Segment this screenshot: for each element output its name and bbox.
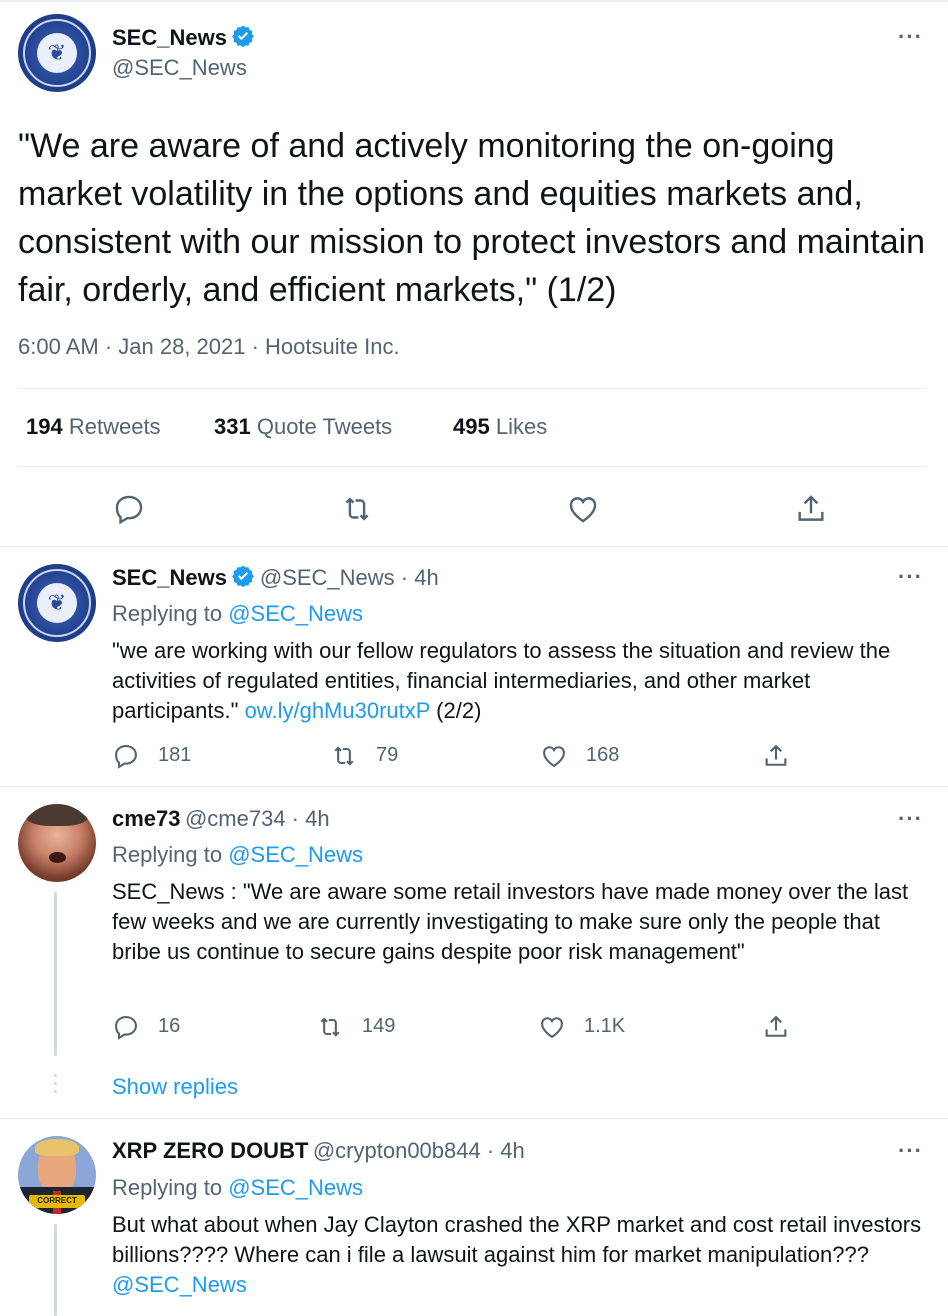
reply-icon[interactable]: [112, 492, 146, 526]
verified-badge-icon: [232, 565, 255, 588]
retweet-count: 79: [376, 744, 399, 766]
replying-to: Replying to @SEC_News: [112, 842, 364, 867]
handle-time: @cme734 · 4h: [184, 806, 330, 831]
reply-icon[interactable]: [112, 1013, 140, 1041]
top-border: [0, 0, 948, 2]
main-author[interactable]: SEC_News: [112, 24, 255, 51]
cme73-avatar[interactable]: [18, 804, 96, 882]
like-count: 168: [586, 744, 620, 766]
thread-line: [54, 1224, 57, 1316]
handle-time: @SEC_News · 4h: [259, 565, 439, 590]
sec-avatar[interactable]: ❦: [18, 564, 96, 642]
reply-text: SEC_News : "We are aware some retail inv…: [112, 879, 909, 964]
reply-text: But what about when Jay Clayton crashed …: [112, 1212, 922, 1297]
tweet-meta: 6:00 AM · Jan 28, 2021 · Hootsuite Inc.: [18, 334, 400, 359]
tweet-link[interactable]: ow.ly/ghMu30rutxP: [245, 698, 430, 723]
like-count: 1.1K: [584, 1015, 626, 1037]
divider: [18, 466, 926, 467]
divider: [0, 546, 948, 547]
more-icon[interactable]: ···: [898, 564, 923, 590]
retweet-icon[interactable]: [340, 492, 374, 526]
replying-to: Replying to @SEC_News: [112, 601, 364, 626]
divider: [0, 1118, 948, 1119]
thread-line: [54, 892, 57, 1056]
like-icon[interactable]: [540, 742, 568, 770]
main-tweet-text: "We are aware of and actively monitoring…: [18, 127, 926, 309]
replying-to: Replying to @SEC_News: [112, 1175, 364, 1200]
mention-link[interactable]: @SEC_News: [228, 601, 363, 626]
display-name[interactable]: cme73: [112, 806, 181, 831]
mention-link[interactable]: @SEC_News: [112, 1272, 247, 1297]
divider: [0, 786, 948, 787]
reply-icon[interactable]: [112, 742, 140, 770]
retweet-count: 149: [362, 1015, 396, 1037]
main-handle[interactable]: @SEC_News: [112, 55, 247, 81]
more-icon[interactable]: ···: [898, 1138, 923, 1164]
retweet-icon[interactable]: [316, 1013, 344, 1041]
mention-link[interactable]: @SEC_News: [228, 842, 363, 867]
reply-count: 16: [158, 1015, 181, 1037]
likes-stat[interactable]: 495 Likes: [453, 414, 547, 440]
divider: [18, 388, 926, 389]
retweet-icon[interactable]: [330, 742, 358, 770]
xrp-zero-doubt-avatar[interactable]: CORRECT: [18, 1136, 96, 1214]
display-name[interactable]: SEC_News: [112, 25, 227, 50]
share-icon[interactable]: [762, 1013, 790, 1041]
like-icon[interactable]: [566, 492, 600, 526]
sec-avatar[interactable]: ❦: [18, 14, 96, 92]
display-name[interactable]: SEC_News: [112, 565, 227, 590]
share-icon[interactable]: [794, 492, 828, 526]
like-icon[interactable]: [538, 1013, 566, 1041]
share-icon[interactable]: [762, 742, 790, 770]
more-icon[interactable]: ···: [898, 24, 923, 50]
mention-link[interactable]: @SEC_News: [228, 1175, 363, 1200]
reply-author[interactable]: XRP ZERO DOUBT @crypton00b844 · 4h: [112, 1138, 525, 1164]
handle-time: @crypton00b844 · 4h: [312, 1138, 525, 1163]
avatar-badge: CORRECT: [28, 1195, 86, 1208]
retweets-stat[interactable]: 194 Retweets: [26, 414, 161, 440]
reply-author[interactable]: cme73 @cme734 · 4h: [112, 806, 330, 832]
verified-badge-icon: [232, 25, 255, 48]
show-replies-link[interactable]: Show replies: [112, 1074, 238, 1100]
thread-dots: [54, 1074, 57, 1098]
reply-count: 181: [158, 744, 192, 766]
reply-text: "we are working with our fellow regulato…: [112, 638, 891, 723]
display-name[interactable]: XRP ZERO DOUBT: [112, 1138, 308, 1163]
more-icon[interactable]: ···: [898, 806, 923, 832]
reply-author[interactable]: SEC_News @SEC_News · 4h: [112, 564, 439, 591]
quote-tweets-stat[interactable]: 331 Quote Tweets: [214, 414, 392, 440]
